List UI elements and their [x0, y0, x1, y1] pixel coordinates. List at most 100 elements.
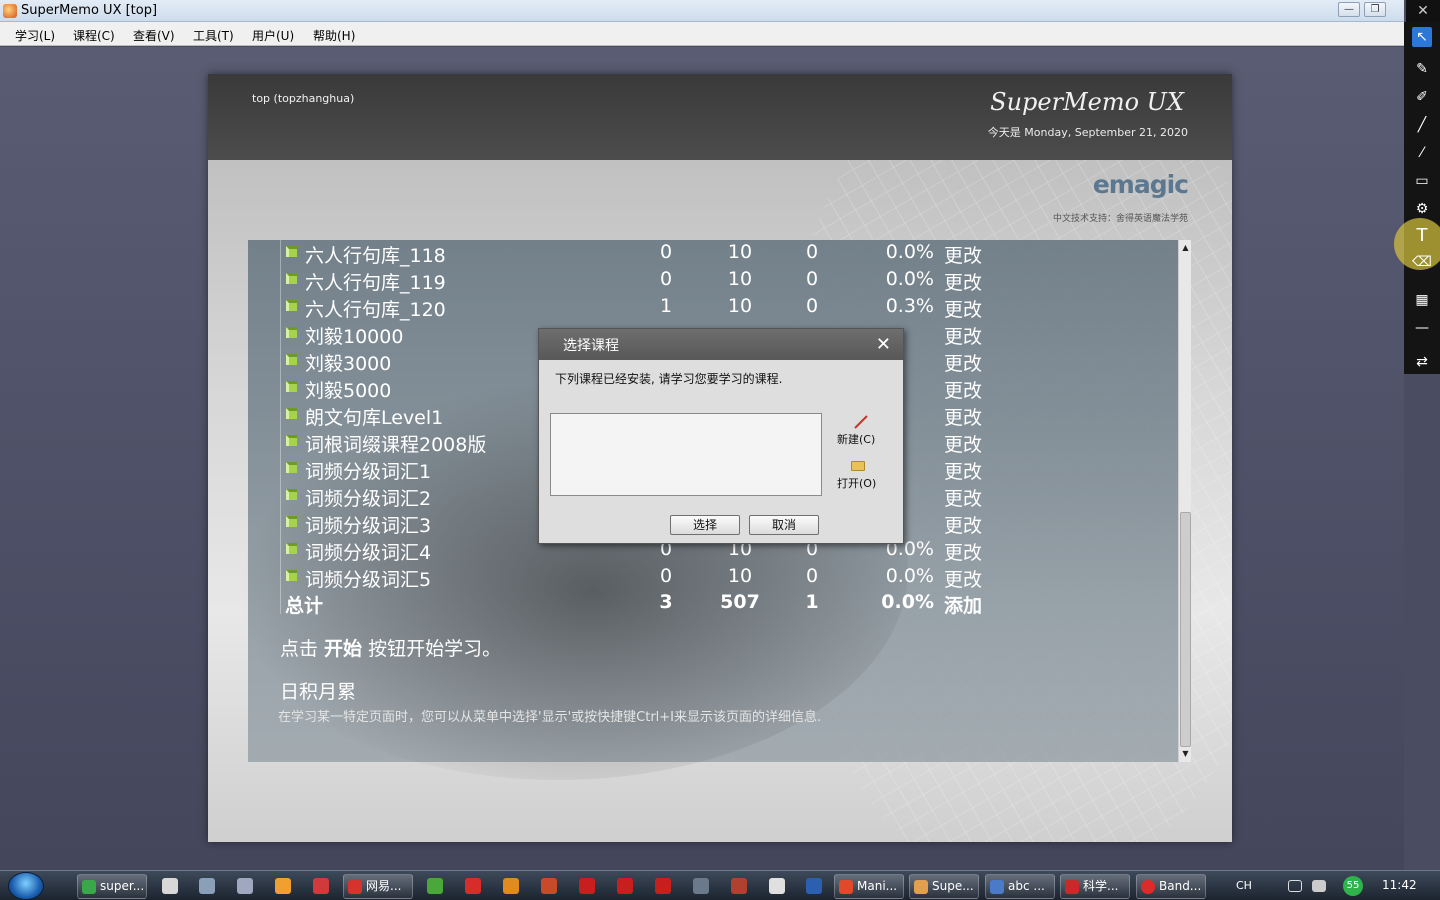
- course-change-link[interactable]: 更改: [944, 511, 1004, 538]
- add-course-link[interactable]: 添加: [944, 591, 1004, 618]
- taskbar-button[interactable]: abc ...: [985, 874, 1055, 899]
- taskbar-button[interactable]: super...: [77, 874, 147, 899]
- swap-icon[interactable]: ⇄: [1408, 352, 1436, 372]
- quicklaunch-icon[interactable]: [693, 878, 709, 894]
- course-change-link[interactable]: 更改: [944, 484, 1004, 511]
- course-row[interactable]: 六人行句库_118 0 10 0 0.0% 更改: [280, 240, 1010, 267]
- course-change-link[interactable]: 更改: [944, 322, 1004, 349]
- quicklaunch-icon[interactable]: [769, 878, 785, 894]
- taskbar-button[interactable]: 科学...: [1060, 874, 1130, 899]
- course-name[interactable]: 六人行句库_119: [305, 268, 446, 295]
- course-name[interactable]: 六人行句库_118: [305, 241, 446, 268]
- course-change-link[interactable]: 更改: [944, 268, 1004, 295]
- installed-course-list[interactable]: [550, 413, 822, 496]
- text-icon[interactable]: T: [1412, 226, 1432, 246]
- course-name[interactable]: 词根词缀课程2008版: [305, 430, 486, 457]
- course-name[interactable]: 朗文句库Level1: [305, 403, 443, 430]
- course-name[interactable]: 刘毅10000: [305, 322, 403, 349]
- course-name[interactable]: 词频分级词汇4: [305, 538, 431, 565]
- user-label[interactable]: top (topzhanghua): [252, 92, 354, 105]
- total-label: 总计: [285, 595, 324, 617]
- course-row[interactable]: 六人行句库_120 1 10 0 0.3% 更改: [280, 294, 1010, 321]
- quicklaunch-icon[interactable]: [162, 878, 178, 894]
- brush-icon[interactable]: ⁄: [1412, 143, 1432, 163]
- quicklaunch-icon[interactable]: [617, 878, 633, 894]
- clock[interactable]: 11:42: [1382, 878, 1417, 892]
- dialog-title-bar[interactable]: 选择课程 ✕: [539, 329, 903, 360]
- volume-icon[interactable]: [1312, 880, 1326, 892]
- course-change-link[interactable]: 更改: [944, 403, 1004, 430]
- start-button[interactable]: [8, 872, 44, 900]
- taskbar-label: super...: [100, 879, 145, 893]
- open-course-action[interactable]: 打开(O): [837, 459, 887, 493]
- quicklaunch-icon[interactable]: [199, 878, 215, 894]
- line-icon[interactable]: ╱: [1412, 115, 1432, 135]
- stamp-icon[interactable]: ⚙: [1412, 199, 1432, 219]
- new-course-action[interactable]: 新建(C): [837, 415, 887, 447]
- toolbar-close-icon[interactable]: ✕: [1406, 0, 1440, 22]
- course-row[interactable]: 词频分级词汇5 0 10 0 0.0% 更改: [280, 564, 1010, 591]
- maximize-button[interactable]: ❐: [1364, 2, 1386, 17]
- course-change-link[interactable]: 更改: [944, 538, 1004, 565]
- course-name[interactable]: 词频分级词汇3: [305, 511, 431, 538]
- course-row[interactable]: 六人行句库_119 0 10 0 0.0% 更改: [280, 267, 1010, 294]
- minimize-button[interactable]: —: [1338, 2, 1360, 17]
- taskbar-button[interactable]: 网易...: [343, 874, 413, 899]
- quicklaunch-icon[interactable]: [579, 878, 595, 894]
- menu-learn[interactable]: 学习(L): [15, 27, 55, 44]
- menu-view[interactable]: 查看(V): [133, 27, 175, 44]
- pointer-icon[interactable]: ↖: [1412, 27, 1432, 47]
- course-change-link[interactable]: 更改: [944, 295, 1004, 322]
- quicklaunch-icon[interactable]: [313, 878, 329, 894]
- scroll-down-icon[interactable]: ▼: [1180, 748, 1191, 760]
- rectangle-icon[interactable]: ▭: [1412, 171, 1432, 191]
- quicklaunch-icon[interactable]: [806, 878, 822, 894]
- course-name[interactable]: 词频分级词汇2: [305, 484, 431, 511]
- network-icon[interactable]: [1288, 880, 1302, 892]
- taskbar-button[interactable]: Mani...: [834, 874, 904, 899]
- course-change-link[interactable]: 更改: [944, 349, 1004, 376]
- course-change-link[interactable]: 更改: [944, 457, 1004, 484]
- taskbar-button[interactable]: Supe...: [909, 874, 979, 899]
- scroll-up-icon[interactable]: ▲: [1180, 242, 1191, 254]
- course-change-link[interactable]: 更改: [944, 430, 1004, 457]
- course-change-link[interactable]: 更改: [944, 565, 1004, 592]
- menu-course[interactable]: 课程(C): [73, 27, 115, 44]
- quicklaunch-icon[interactable]: [655, 878, 671, 894]
- course-stat-3: 0: [805, 295, 819, 317]
- dialog-close-icon[interactable]: ✕: [876, 334, 891, 355]
- course-change-link[interactable]: 更改: [944, 241, 1004, 268]
- dash-icon[interactable]: —: [1412, 318, 1432, 338]
- supermemo-app-icon: [3, 4, 17, 18]
- course-icon: [286, 408, 297, 419]
- checker-icon[interactable]: ▦: [1412, 290, 1432, 310]
- course-name[interactable]: 词频分级词汇1: [305, 457, 431, 484]
- select-button[interactable]: 选择: [670, 515, 740, 535]
- tray-badge-icon[interactable]: 55: [1343, 876, 1363, 896]
- quicklaunch-icon[interactable]: [427, 878, 443, 894]
- quicklaunch-icon[interactable]: [465, 878, 481, 894]
- language-indicator[interactable]: CH: [1236, 879, 1252, 892]
- menu-tools[interactable]: 工具(T): [193, 27, 234, 44]
- course-change-link[interactable]: 更改: [944, 376, 1004, 403]
- menu-bar: 学习(L) 课程(C) 查看(V) 工具(T) 用户(U) 帮助(H): [0, 22, 1404, 46]
- course-name[interactable]: 词频分级词汇5: [305, 565, 431, 592]
- quicklaunch-icon[interactable]: [541, 878, 557, 894]
- marker-icon[interactable]: ✐: [1412, 87, 1432, 107]
- scroll-thumb[interactable]: [1180, 512, 1191, 747]
- vertical-scrollbar[interactable]: ▲ ▼: [1178, 240, 1191, 762]
- course-name[interactable]: 刘毅5000: [305, 376, 391, 403]
- quicklaunch-icon[interactable]: [237, 878, 253, 894]
- menu-help[interactable]: 帮助(H): [313, 27, 355, 44]
- quicklaunch-icon[interactable]: [731, 878, 747, 894]
- quicklaunch-icon[interactable]: [503, 878, 519, 894]
- cancel-button[interactable]: 取消: [749, 515, 819, 535]
- taskbar-button[interactable]: Band...: [1136, 874, 1206, 899]
- course-name[interactable]: 六人行句库_120: [305, 295, 446, 322]
- course-name[interactable]: 刘毅3000: [305, 349, 391, 376]
- taskbar: super... 网易... Mani... Supe... abc ... 科…: [0, 870, 1440, 900]
- eraser-icon[interactable]: ⌫: [1412, 252, 1432, 272]
- quicklaunch-icon[interactable]: [275, 878, 291, 894]
- pen-icon[interactable]: ✎: [1412, 59, 1432, 79]
- menu-user[interactable]: 用户(U): [252, 27, 294, 44]
